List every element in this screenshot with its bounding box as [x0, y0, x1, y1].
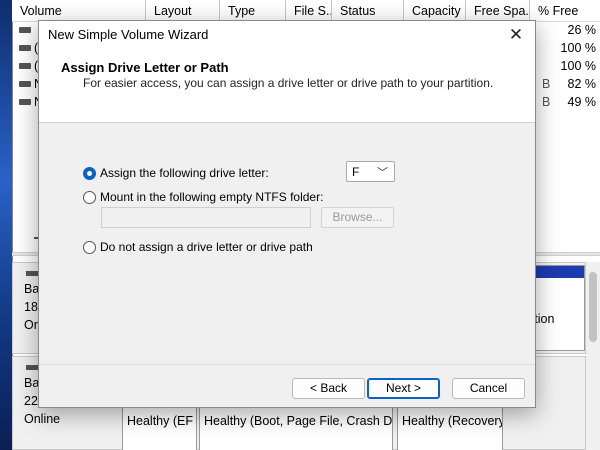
dialog-title-bar[interactable]: New Simple Volume Wizard ✕: [39, 21, 535, 49]
free-space-partial: B: [542, 95, 551, 109]
close-icon[interactable]: ✕: [503, 23, 529, 47]
page-description: For easier access, you can assign a driv…: [83, 76, 494, 90]
volume-icon: [19, 81, 31, 87]
disk-icon: [26, 271, 38, 276]
radio-label: Mount in the following empty NTFS folder…: [100, 190, 324, 204]
wizard-footer: < Back Next > Cancel: [39, 365, 535, 407]
column-header-status[interactable]: Status: [332, 0, 404, 22]
wizard-body: Assign the following drive letter: F ﹀ M…: [39, 124, 535, 364]
partition-label: Healthy (Boot, Page File, Crash Dur: [204, 414, 393, 428]
radio-button[interactable]: [83, 190, 96, 204]
column-header-capacity[interactable]: Capacity: [404, 0, 466, 22]
drive-letter-value: F: [352, 165, 360, 179]
percent-free: 49 %: [567, 95, 597, 109]
dialog-title: New Simple Volume Wizard: [48, 27, 209, 42]
percent-free: 100 %: [560, 59, 596, 73]
volume-icon: [19, 45, 31, 51]
partition-block[interactable]: Healthy (EF: [122, 405, 197, 450]
radio-button-checked[interactable]: [83, 166, 96, 180]
column-header-free-space[interactable]: Free Spa...: [466, 0, 530, 22]
radio-assign-drive-letter[interactable]: Assign the following drive letter:: [83, 166, 269, 180]
column-header-percent-free[interactable]: % Free: [530, 0, 600, 22]
column-header-file-system[interactable]: File S...: [286, 0, 332, 22]
partition-block[interactable]: Healthy (Recovery: [397, 405, 503, 450]
cancel-button[interactable]: Cancel: [452, 378, 525, 399]
ntfs-folder-path-field[interactable]: [101, 207, 311, 228]
partition-block[interactable]: Healthy (Boot, Page File, Crash Dur: [199, 405, 393, 450]
radio-label: Do not assign a drive letter or drive pa…: [100, 240, 313, 254]
new-simple-volume-wizard: New Simple Volume Wizard ✕ Assign Drive …: [38, 20, 536, 408]
scrollbar-thumb[interactable]: [589, 272, 597, 342]
radio-button[interactable]: [83, 240, 96, 254]
partition-label: Healthy (EF: [127, 414, 193, 428]
column-header-type[interactable]: Type: [220, 0, 286, 22]
disk-status: Online: [24, 412, 61, 426]
volume-icon: [19, 27, 31, 33]
drive-letter-select[interactable]: F ﹀: [346, 161, 395, 182]
partition-label: Healthy (Recovery: [402, 414, 503, 428]
column-header-layout[interactable]: Layout: [146, 0, 220, 22]
wizard-header: Assign Drive Letter or Path For easier a…: [39, 49, 535, 123]
radio-label: Assign the following drive letter:: [100, 166, 269, 180]
browse-button[interactable]: Browse...: [321, 207, 394, 228]
radio-mount-ntfs-folder[interactable]: Mount in the following empty NTFS folder…: [83, 190, 323, 204]
page-title: Assign Drive Letter or Path: [61, 60, 229, 75]
volume-list-header: Volume Layout Type File S... Status Capa…: [12, 0, 600, 22]
volume-icon: [19, 99, 31, 105]
column-header-volume[interactable]: Volume: [12, 0, 146, 22]
percent-free: 100 %: [560, 41, 596, 55]
next-button[interactable]: Next >: [367, 378, 440, 399]
back-button[interactable]: < Back: [292, 378, 365, 399]
desktop-wallpaper: [0, 0, 12, 450]
volume-icon: [19, 63, 31, 69]
vertical-scrollbar[interactable]: [586, 262, 600, 450]
chevron-down-icon: ﹀: [377, 167, 388, 179]
free-space-partial: B: [542, 77, 551, 91]
radio-no-drive-letter[interactable]: Do not assign a drive letter or drive pa…: [83, 240, 313, 254]
percent-free: 26 %: [567, 23, 597, 37]
disk-icon: [26, 365, 38, 370]
percent-free: 82 %: [567, 77, 597, 91]
